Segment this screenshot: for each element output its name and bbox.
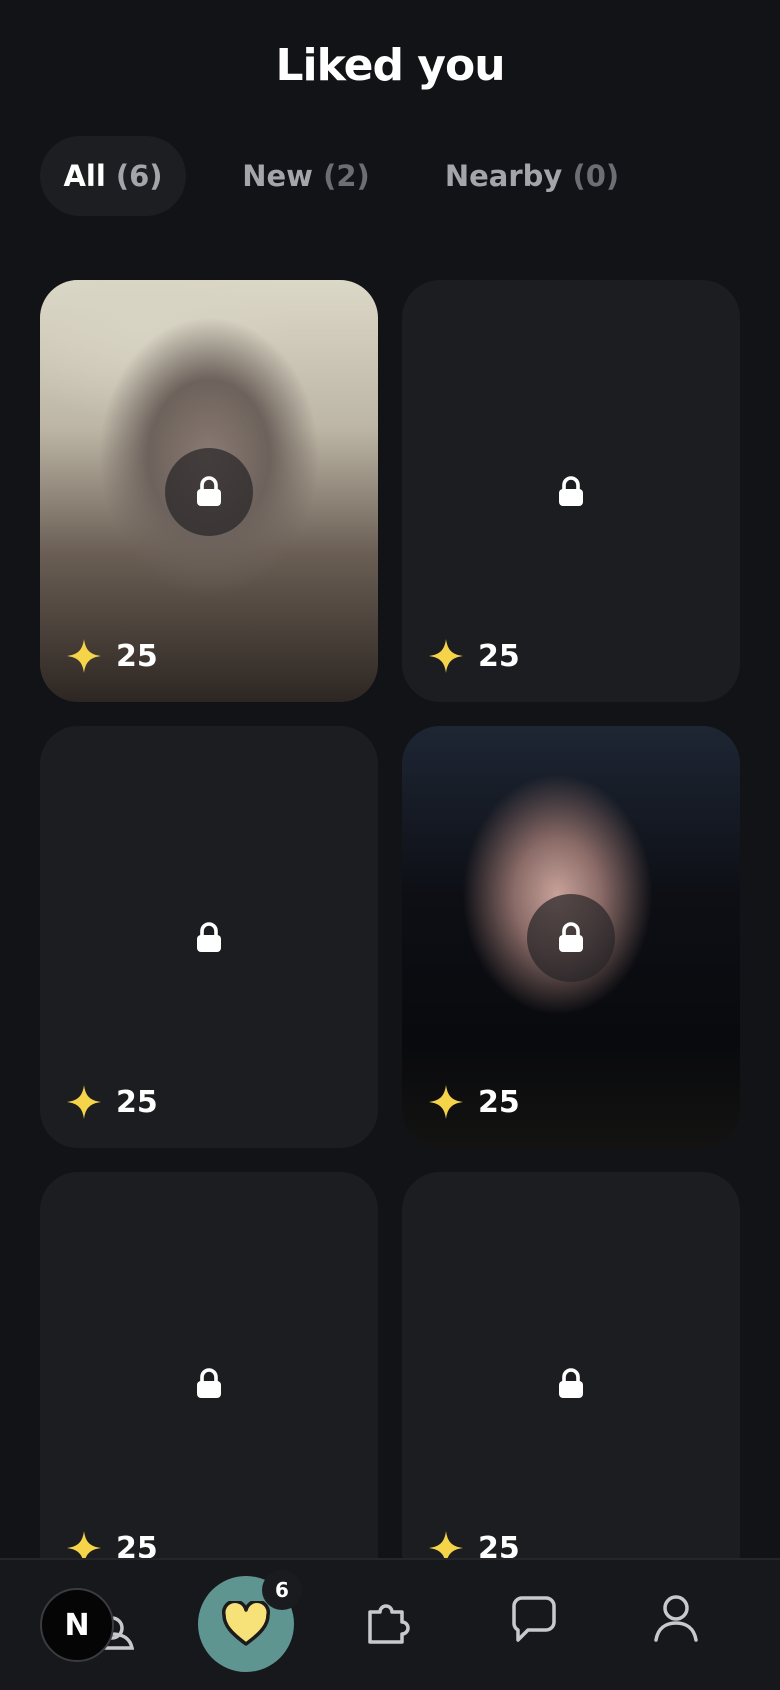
page-title: Liked you [275,40,505,91]
nav-puzzle[interactable] [360,1590,420,1650]
tab-all-label: All [63,159,106,193]
nav-likes[interactable]: 6 [198,1570,302,1672]
tab-all[interactable]: All (6) [40,136,186,216]
bottom-nav: N 6 [0,1558,780,1690]
sparkle-icon [429,639,463,673]
lock-icon [165,894,253,982]
lock-icon [527,1340,615,1428]
lock-icon [165,1340,253,1428]
lock-icon [527,894,615,982]
sparkle-icon [67,1085,101,1119]
lock-icon [165,448,253,536]
score: 25 [66,636,158,676]
score-value: 25 [478,638,520,674]
filter-tabs: All (6) New (2) Nearby (0) [40,136,740,216]
tab-new-label: New [242,159,313,193]
nav-chat[interactable] [504,1590,564,1650]
nav-home[interactable]: N [40,1578,134,1668]
tab-nearby[interactable]: Nearby (0) [422,136,642,216]
score: 25 [428,636,520,676]
tab-nearby-count: (0) [572,159,620,193]
score: 25 [66,1082,158,1122]
tab-new[interactable]: New (2) [224,136,388,216]
tab-all-count: (6) [115,159,163,193]
liked-profile-card[interactable]: 25 [40,726,378,1148]
tab-nearby-label: Nearby [444,159,563,193]
score-value: 25 [478,1084,520,1120]
liked-profile-card[interactable]: 25 [40,1172,378,1594]
profile-icon [654,1595,698,1642]
liked-profile-card[interactable]: 25 [402,1172,740,1594]
tab-new-count: (2) [323,159,370,193]
chat-icon [512,1596,556,1642]
liked-profile-card[interactable]: 25 [40,280,378,702]
likes-count-badge: 6 [262,1570,302,1610]
avatar: N [40,1588,114,1662]
score: 25 [428,1082,520,1122]
sparkle-icon [429,1085,463,1119]
heart-icon [221,1601,271,1646]
liked-profile-card[interactable]: 25 [402,280,740,702]
nav-profile[interactable] [646,1588,706,1648]
sparkle-icon [67,639,101,673]
lock-icon [527,448,615,536]
liked-profile-card[interactable]: 25 [402,726,740,1148]
score-value: 25 [116,638,158,674]
puzzle-icon [368,1604,410,1644]
score-value: 25 [116,1084,158,1120]
